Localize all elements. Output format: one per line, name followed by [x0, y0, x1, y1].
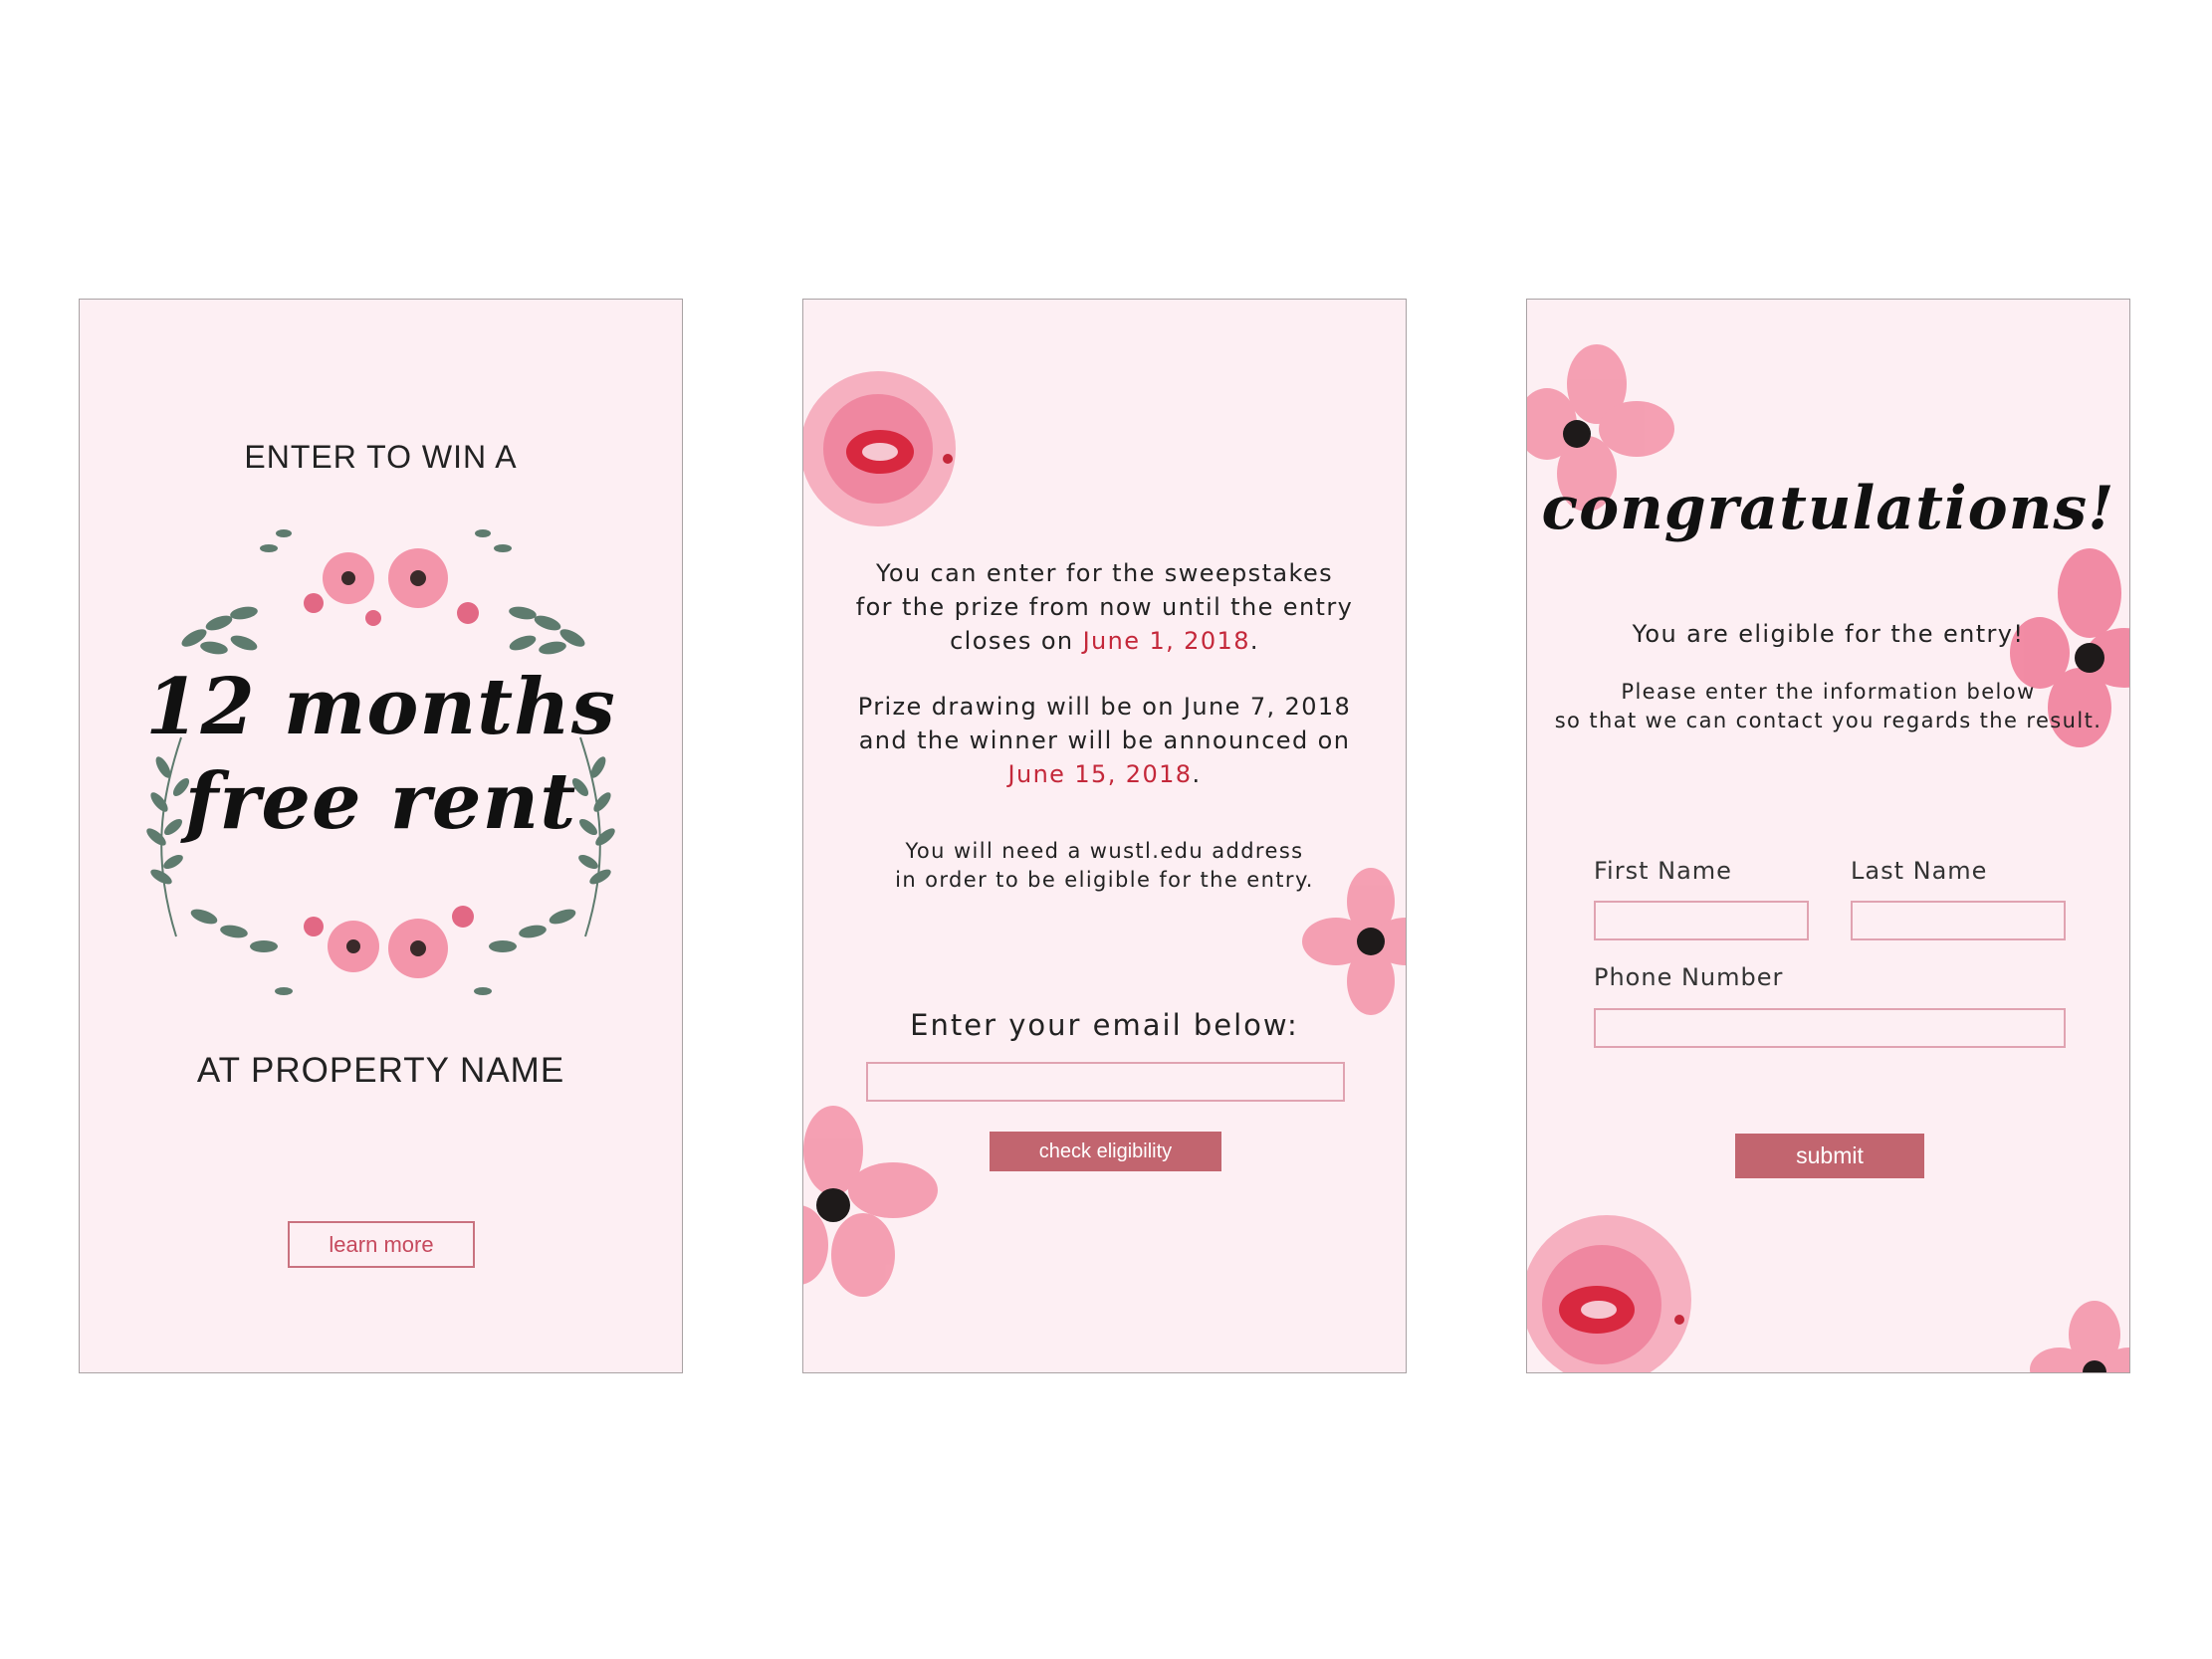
- title-line-1: 12 months: [145, 662, 616, 752]
- text-fragment: .: [1249, 627, 1259, 655]
- text-fragment: .: [1192, 760, 1202, 788]
- anemone-flower-icon: [803, 1106, 938, 1297]
- text-line: June 15, 2018.: [803, 757, 1406, 791]
- text-fragment: closes on: [950, 627, 1083, 655]
- text-line: Please enter the information below: [1621, 680, 2036, 704]
- floral-garland-top-icon: [181, 529, 585, 655]
- contact-form-card: congratulations! You are eligible for th…: [1526, 299, 2130, 1373]
- first-name-input[interactable]: [1594, 901, 1809, 940]
- anemone-flower-icon: [2030, 1301, 2129, 1372]
- sweepstakes-paragraph: You can enter for the sweepstakes for th…: [803, 556, 1406, 658]
- text-line: You will need a wustl.edu address: [905, 839, 1304, 863]
- text-line: and the winner will be announced on: [858, 726, 1351, 754]
- text-line: Prize drawing will be on June 7, 2018: [857, 693, 1352, 721]
- anemone-flower-icon: [1302, 868, 1406, 1015]
- entry-close-date: June 1, 2018: [1082, 627, 1250, 655]
- last-name-input[interactable]: [1851, 901, 2066, 940]
- phone-number-input[interactable]: [1594, 1008, 2066, 1048]
- text-line: You can enter for the sweepstakes: [875, 559, 1334, 587]
- rose-flower-icon: [1527, 1215, 1691, 1372]
- email-input[interactable]: [866, 1062, 1345, 1102]
- rose-flower-icon: [803, 371, 956, 526]
- congratulations-title: congratulations!: [1541, 474, 2115, 543]
- property-name-subheading: AT PROPERTY NAME: [196, 1051, 565, 1090]
- info-instructions: Please enter the information below so th…: [1527, 678, 2129, 735]
- eligibility-card: You can enter for the sweepstakes for th…: [802, 299, 1407, 1373]
- floral-garland-bottom-icon: [190, 906, 576, 995]
- landing-card: ENTER TO WIN A 12 months free rent AT PR…: [79, 299, 683, 1373]
- prize-drawing-paragraph: Prize drawing will be on June 7, 2018 an…: [803, 690, 1406, 791]
- text-line: for the prize from now until the entry: [855, 593, 1354, 621]
- email-prompt: Enter your email below:: [910, 1008, 1299, 1042]
- enter-to-win-heading: ENTER TO WIN A: [244, 439, 518, 475]
- learn-more-button[interactable]: learn more: [288, 1221, 475, 1268]
- last-name-label: Last Name: [1851, 857, 1988, 885]
- text-line: closes on June 1, 2018.: [803, 624, 1406, 658]
- announcement-date: June 15, 2018: [1007, 760, 1193, 788]
- first-name-label: First Name: [1594, 857, 1732, 885]
- eligible-message: You are eligible for the entry!: [1632, 620, 2025, 648]
- check-eligibility-button[interactable]: check eligibility: [990, 1132, 1221, 1171]
- text-line: so that we can contact you regards the r…: [1554, 709, 2102, 732]
- phone-number-label: Phone Number: [1594, 963, 1784, 991]
- submit-button[interactable]: submit: [1735, 1134, 1924, 1178]
